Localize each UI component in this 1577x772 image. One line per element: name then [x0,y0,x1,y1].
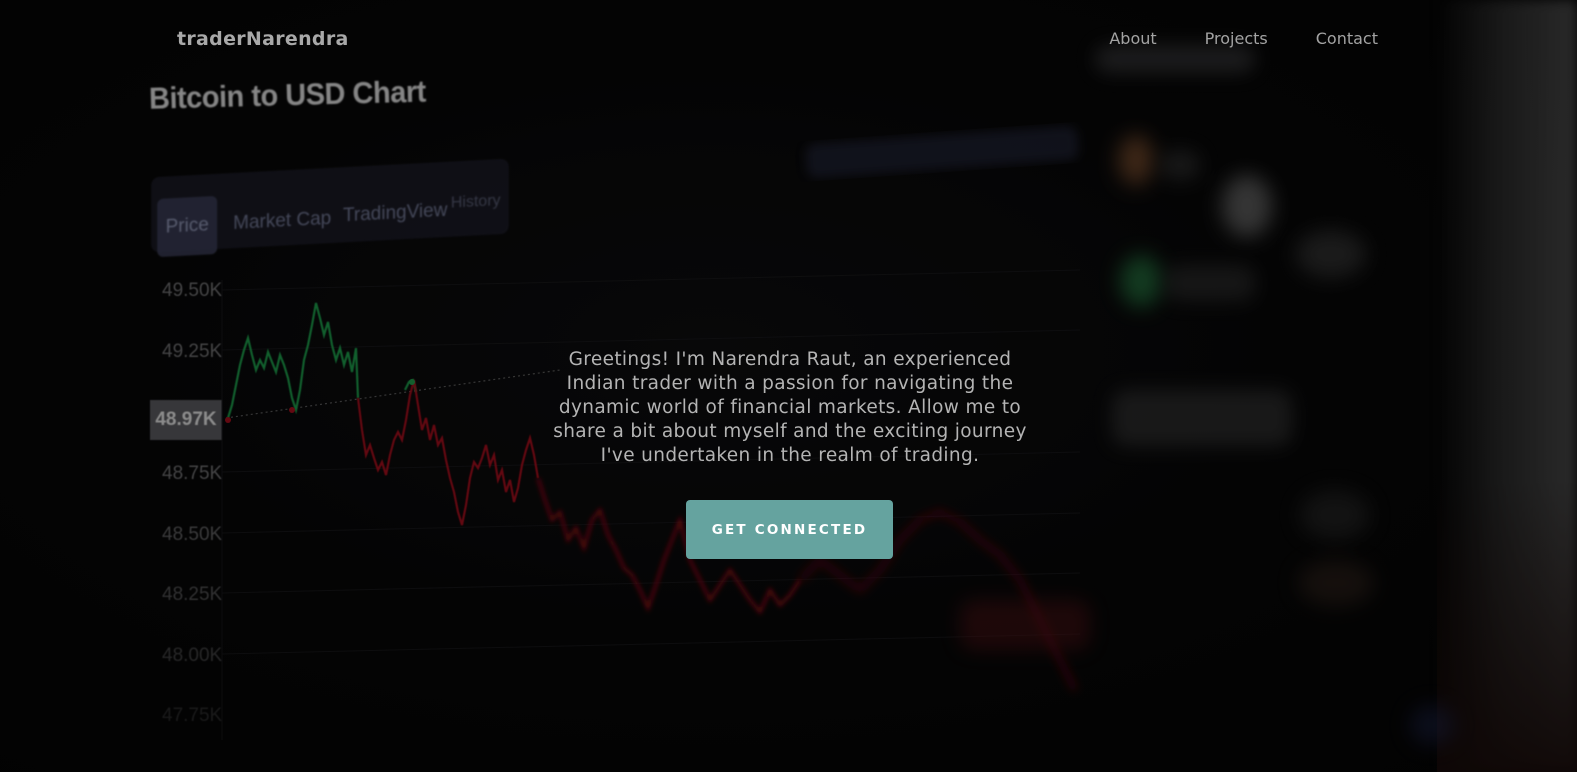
hero-section: Bitcoin to USD Chart Price Market Cap Tr… [0,0,1577,772]
background-blur-icon [1410,705,1454,745]
background-chart-point [409,379,415,385]
background-blur-block [960,600,1090,650]
background-blur-icon [1120,255,1162,307]
background-blur-icon [1300,490,1370,540]
background-blur-block [1160,150,1200,180]
get-connected-button[interactable]: GET CONNECTED [686,500,893,559]
background-axis-label: 48.25K [162,584,223,605]
background-blur-icon [1298,560,1374,606]
background-tab-market-cap: Market Cap [233,207,332,235]
background-tab-price: Price [157,195,218,258]
background-current-price: 48.97K [150,400,222,440]
background-axis-label: 48.50K [162,524,223,545]
background-tab-history: History [450,192,501,212]
nav-link-projects[interactable]: Projects [1205,29,1268,48]
background-up-series [404,378,418,393]
background-blur-icon [1296,230,1366,278]
background-chart-point [289,407,295,413]
background-chart-point [225,417,231,423]
background-light-edge [1437,0,1577,772]
background-axis-label: 49.25K [162,341,223,362]
background-tab-tradingview: TradingView [342,199,448,227]
background-up-series [226,302,360,419]
background-blur-icon [1118,135,1154,185]
nav-link-about[interactable]: About [1109,29,1156,48]
background-blur-text [805,126,1079,178]
background-price-line [225,369,561,419]
background-blur-block [1165,265,1255,301]
background-axis-label: 48.75K [162,463,223,484]
hero-intro-text: Greetings! I'm Narendra Raut, an experie… [553,348,1027,466]
background-dark-corner [1437,480,1577,772]
nav-links: About Projects Contact [1109,29,1378,48]
background-down-series [356,379,540,526]
background-chart-tabs: Price Market Cap TradingView History [151,158,509,258]
top-navigation: traderNarendra About Projects Contact [0,0,1577,82]
background-blur-block [1112,390,1292,446]
background-blur-icon [1222,175,1272,237]
nav-link-contact[interactable]: Contact [1316,29,1378,48]
background-axis-label: 47.75K [162,705,223,726]
brand-logo[interactable]: traderNarendra [177,28,349,50]
background-axis-label: 49.50K [162,280,223,301]
background-axis-label: 48.00K [162,645,223,666]
background-gridlines [221,269,1081,740]
